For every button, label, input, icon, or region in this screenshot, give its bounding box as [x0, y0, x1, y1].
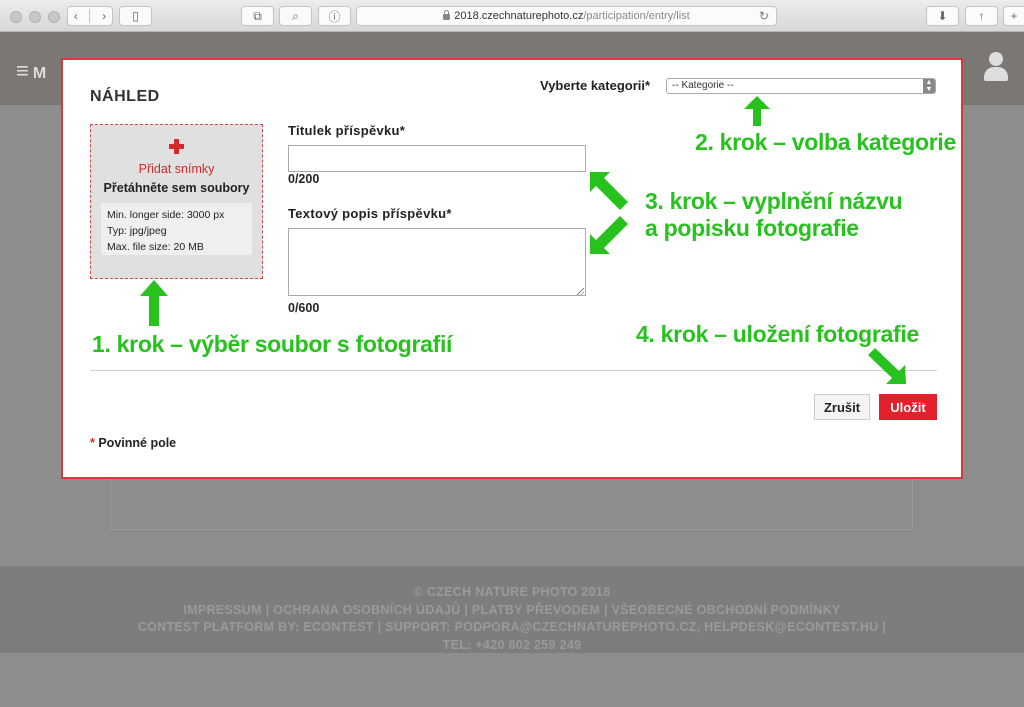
content-card: [110, 470, 913, 530]
address-bar[interactable]: 2018.czechnaturephoto.cz/participation/e…: [356, 6, 777, 26]
save-button[interactable]: Uložit: [879, 394, 937, 420]
back-forward-buttons[interactable]: ‹ ›: [67, 6, 113, 26]
share-icon: ↑: [978, 9, 985, 23]
share-button[interactable]: ↑: [965, 6, 998, 26]
tabs-icon: ⧉: [253, 8, 262, 23]
footer-phone: TEL: +420 602 259 249: [442, 637, 582, 652]
arrow-up-icon: [140, 280, 168, 326]
reload-icon[interactable]: ↻: [759, 9, 769, 23]
browser-toolbar: ‹ › ▯ ⧉ ⌕ ⓘ 2018.czechnaturephoto.cz/par…: [0, 0, 1024, 32]
title-input[interactable]: [288, 145, 586, 172]
lock-icon: [443, 10, 451, 20]
entry-modal: NÁHLED Vyberte kategorii* -- Kategorie -…: [61, 58, 963, 479]
annotation-step-1: 1. krok – výběr soubor s fotografií: [92, 331, 453, 357]
title-char-counter: 0/200: [288, 172, 320, 186]
annotation-step-3: 3. krok – vyplnění názvu a popisku fotog…: [645, 188, 903, 242]
title-field-label: Titulek příspěvku*: [288, 123, 406, 138]
search-icon: ⌕: [292, 8, 299, 23]
description-textarea[interactable]: [288, 228, 586, 296]
footer-copyright: © CZECH NATURE PHOTO 2018: [413, 585, 611, 599]
footer-support: CONTEST PLATFORM BY: ECONTEST | SUPPORT:…: [137, 620, 887, 634]
category-label: Vyberte kategorii*: [540, 78, 651, 93]
arrow-up-icon: [744, 96, 770, 126]
url-path: /participation/entry/list: [583, 10, 690, 22]
annotation-step-4: 4. krok – uložení fotografie: [636, 321, 919, 347]
minimize-window-dot[interactable]: [29, 11, 41, 23]
add-photos-link[interactable]: Přidat snímky: [91, 162, 262, 176]
description-char-counter: 0/600: [288, 301, 320, 315]
chevron-right-icon[interactable]: ›: [102, 9, 106, 23]
sidebar-toggle-button[interactable]: ▯: [119, 6, 152, 26]
info-icon: ⓘ: [328, 9, 341, 24]
spec-type: Typ: jpg/jpeg: [107, 225, 167, 237]
close-window-dot[interactable]: [10, 11, 22, 23]
tabs-overview-button[interactable]: ⧉: [241, 6, 274, 26]
zoom-window-dot[interactable]: [48, 11, 60, 23]
upload-dropzone[interactable]: Přidat snímky Přetáhněte sem soubory Min…: [90, 124, 263, 279]
footer-links[interactable]: IMPRESSUM | OCHRANA OSOBNÍCH ÚDAJŮ | PLA…: [0, 602, 1024, 620]
user-icon[interactable]: [982, 50, 1010, 84]
modal-title: NÁHLED: [90, 88, 160, 105]
site-footer: © CZECH NATURE PHOTO 2018 IMPRESSUM | OC…: [0, 566, 1024, 653]
new-tab-button[interactable]: +: [1003, 6, 1024, 26]
upload-requirements: Min. longer side: 3000 px Typ: jpg/jpeg …: [101, 203, 252, 255]
spec-max-size: Max. file size: 20 MB: [107, 241, 204, 253]
url-host: 2018.czechnaturephoto.cz: [454, 10, 584, 22]
downloads-button[interactable]: ⬇: [926, 6, 959, 26]
drag-files-text: Přetáhněte sem soubory: [103, 181, 250, 195]
select-arrows-icon: ▲ ▼: [923, 79, 935, 93]
plus-icon[interactable]: [167, 137, 187, 157]
annotation-step-3-line-1: 3. krok – vyplnění názvu: [645, 188, 903, 214]
category-select-value: -- Kategorie --: [672, 80, 734, 91]
category-select[interactable]: -- Kategorie -- ▲ ▼: [666, 78, 936, 94]
chevron-left-icon[interactable]: ‹: [74, 9, 78, 23]
description-field-label: Textový popis příspěvku*: [288, 206, 452, 221]
plus-icon: +: [1010, 9, 1018, 23]
annotation-step-3-line-2: a popisku fotografie: [645, 215, 859, 241]
arrow-down-left-icon: [590, 216, 628, 254]
extension-button[interactable]: ⓘ: [318, 6, 351, 26]
page-bottom: [0, 653, 1024, 707]
menu-button[interactable]: ≡ M: [16, 58, 46, 84]
cancel-button[interactable]: Zrušit: [814, 394, 870, 420]
resize-grip-icon[interactable]: [577, 288, 584, 295]
sidebar-icon: ▯: [132, 9, 139, 23]
search-button[interactable]: ⌕: [279, 6, 312, 26]
annotation-step-2: 2. krok – volba kategorie: [695, 129, 956, 155]
arrow-up-left-icon: [590, 172, 628, 210]
download-icon: ⬇: [937, 9, 948, 23]
arrow-down-right-icon: [868, 348, 906, 384]
required-text: Povinné pole: [94, 436, 177, 450]
modal-divider: [90, 370, 937, 371]
spec-min-side: Min. longer side: 3000 px: [107, 209, 225, 221]
required-note: * Povinné pole: [90, 436, 176, 450]
menu-label: M: [32, 65, 47, 82]
